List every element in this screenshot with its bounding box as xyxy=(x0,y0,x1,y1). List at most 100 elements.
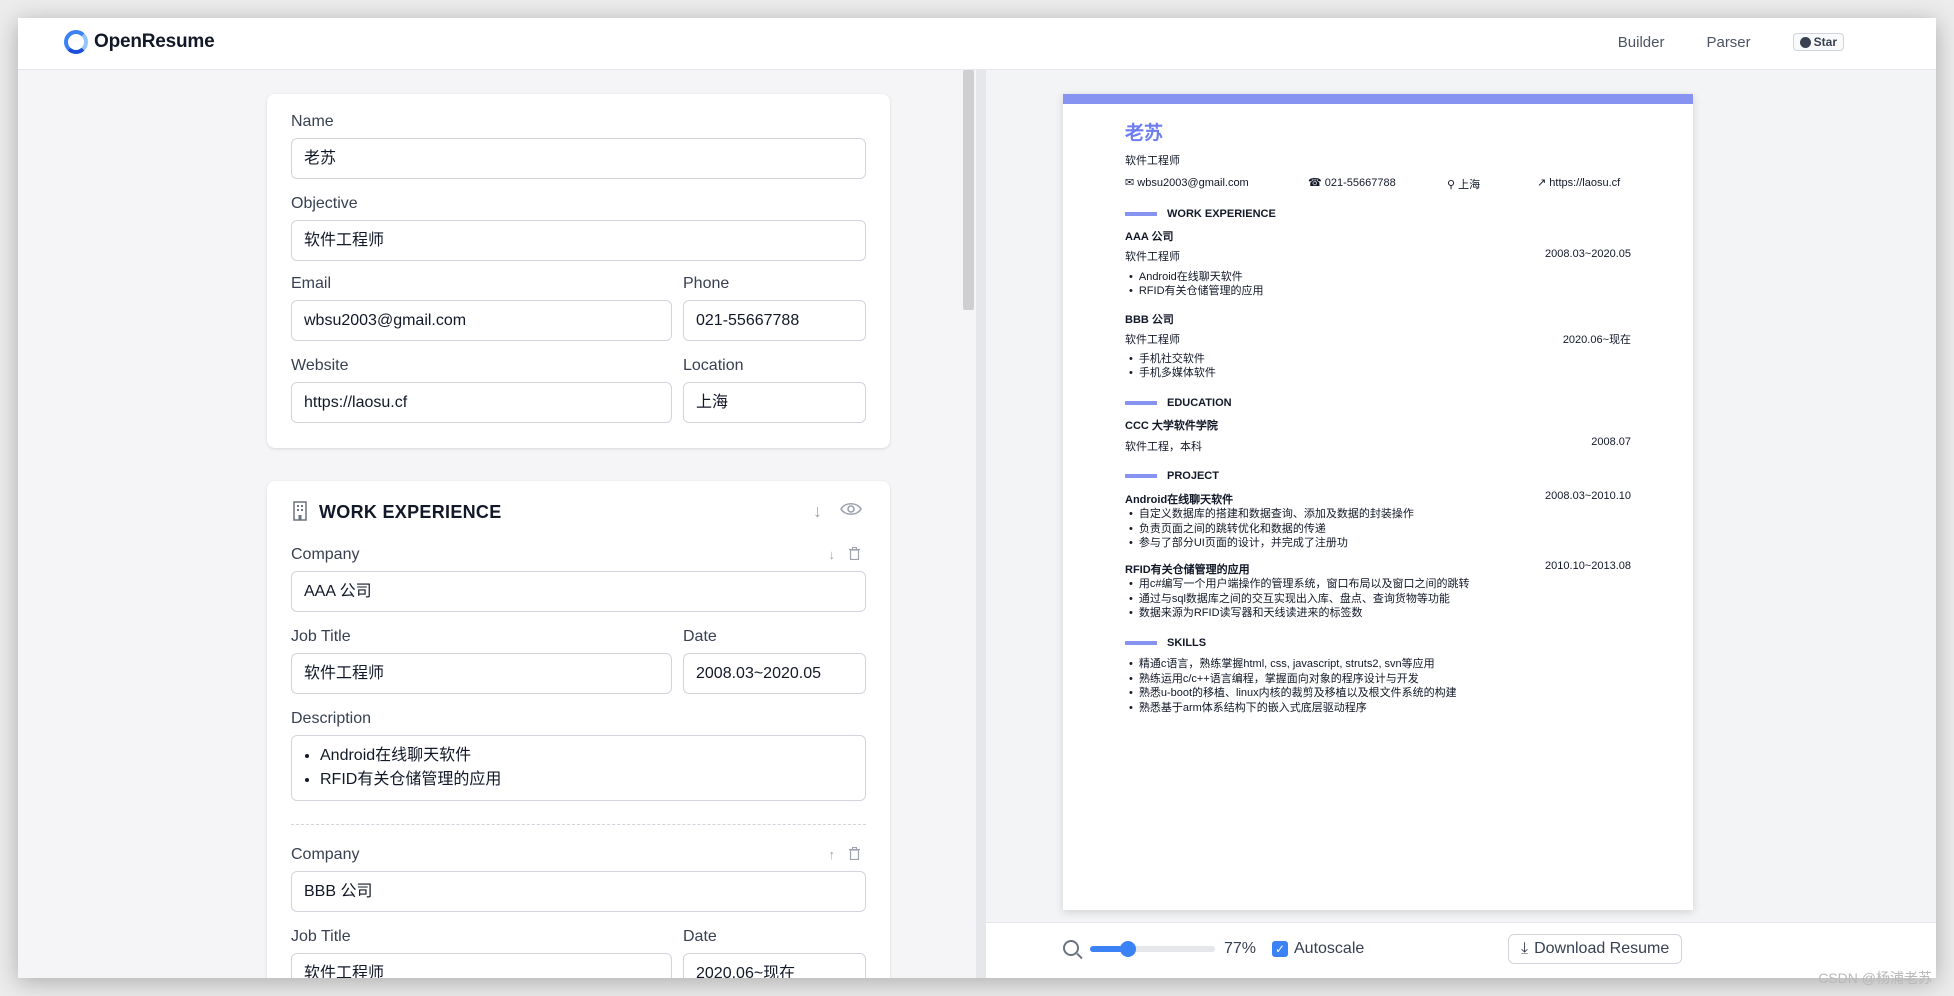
move-down-icon[interactable]: ↓ xyxy=(813,501,822,522)
preview-toolbar: 77% ✓ Autoscale ⤓ Download Resume xyxy=(986,922,1936,978)
form-pane[interactable]: Name 老苏 Objective 软件工程师 Email wbsu2003@g… xyxy=(18,70,976,978)
zoom-slider[interactable] xyxy=(1090,941,1215,957)
resume-edu-degree: 软件工程，本科 xyxy=(1125,441,1202,453)
app-window: OpenResume Builder Parser Star Name 老苏 O… xyxy=(18,18,1936,978)
resume-w1-date: 2008.03~2020.05 xyxy=(1545,248,1631,260)
autoscale-label: Autoscale xyxy=(1294,940,1365,957)
app-name: OpenResume xyxy=(94,31,215,52)
phone-input[interactable]: 021-55667788 xyxy=(683,300,866,341)
eye-icon[interactable] xyxy=(840,501,862,522)
top-nav-bar: OpenResume Builder Parser Star xyxy=(18,18,1936,70)
profile-card: Name 老苏 Objective 软件工程师 Email wbsu2003@g… xyxy=(267,94,890,448)
location-field: Location 上海 xyxy=(683,356,866,423)
external-link-icon: ↗ xyxy=(1537,177,1550,189)
work-section-header: WORK EXPERIENCE xyxy=(291,501,502,524)
resume-p2-bullet: 数据来源为RFID读写器和天线读进来的标签数 xyxy=(1129,604,1363,620)
company-label-2: Company xyxy=(291,846,360,863)
resume-edu-date: 2008.07 xyxy=(1591,436,1631,448)
resume-email: ✉ wbsu2003@gmail.com xyxy=(1125,177,1249,189)
name-input[interactable]: 老苏 xyxy=(291,138,866,179)
description-label: Description xyxy=(291,710,372,727)
resume-skill: 精通c语言，熟练掌握html, css, javascript, struts2… xyxy=(1129,655,1435,671)
zoom-value: 77% xyxy=(1224,940,1257,957)
resume-name: 老苏 xyxy=(1125,123,1164,144)
resume-theme-bar xyxy=(1063,94,1693,104)
email-field: Email wbsu2003@gmail.com xyxy=(291,274,672,341)
resume-w1-job: 软件工程师 xyxy=(1125,251,1180,263)
resume-location: ⚲ 上海 xyxy=(1447,179,1481,191)
resume-skill: 熟悉u-boot的移植、linux内核的裁剪及移植以及根文件系统的构建 xyxy=(1129,684,1457,700)
resume-w1-bullet: RFID有关仓储管理的应用 xyxy=(1129,282,1264,298)
company-input-2[interactable]: BBB 公司 xyxy=(291,871,866,912)
location-input[interactable]: 上海 xyxy=(683,382,866,423)
form-scrollbar[interactable] xyxy=(963,70,974,310)
objective-input[interactable]: 软件工程师 xyxy=(291,220,866,261)
mail-icon: ✉ xyxy=(1125,177,1138,189)
work-experience-card: WORK EXPERIENCE ↓ ↓ Company AAA 公司 Job T… xyxy=(267,481,890,978)
openresume-logo-icon xyxy=(64,30,88,54)
website-field: Website https://laosu.cf xyxy=(291,356,672,423)
location-pin-icon: ⚲ xyxy=(1447,179,1459,191)
resume-p2-date: 2010.10~2013.08 xyxy=(1545,560,1631,572)
job-title-input[interactable]: 软件工程师 xyxy=(291,653,672,694)
download-resume-button[interactable]: ⤓ Download Resume xyxy=(1508,934,1683,964)
website-input[interactable]: https://laosu.cf xyxy=(291,382,672,423)
resume-p1-bullet: 自定义数据库的搭建和数据查询、添加及数据的封装操作 xyxy=(1129,505,1414,521)
resume-p2-bullet: 用c#编写一个用户端操作的管理系统，窗口布局以及窗口之间的跳转 xyxy=(1129,575,1470,591)
objective-field: Objective 软件工程师 xyxy=(291,194,866,261)
resume-skill: 熟悉基于arm体系结构下的嵌入式底层驱动程序 xyxy=(1129,699,1367,715)
job-title-field-2: Job Title 软件工程师 xyxy=(291,927,672,978)
email-label: Email xyxy=(291,275,332,292)
resume-preview: 老苏 软件工程师 ✉ wbsu2003@gmail.com ☎ 021-5566… xyxy=(1063,94,1693,910)
name-field: Name 老苏 xyxy=(291,112,866,179)
autoscale-checkbox[interactable]: ✓ xyxy=(1272,941,1288,957)
description-textarea[interactable]: Android在线聊天软件 RFID有关仓储管理的应用 xyxy=(291,735,866,801)
job-title-input-2[interactable]: 软件工程师 xyxy=(291,953,672,978)
date-field: Date 2008.03~2020.05 xyxy=(683,627,866,694)
job-title-field: Job Title 软件工程师 xyxy=(291,627,672,694)
entry-divider xyxy=(291,824,866,825)
description-bullet: Android在线聊天软件 xyxy=(320,744,853,768)
preview-pane: 老苏 软件工程师 ✉ wbsu2003@gmail.com ☎ 021-5566… xyxy=(986,70,1936,978)
email-input[interactable]: wbsu2003@gmail.com xyxy=(291,300,672,341)
company-field-2: Company BBB 公司 xyxy=(291,845,866,912)
building-icon xyxy=(291,501,309,524)
phone-field: Phone 021-55667788 xyxy=(683,274,866,341)
company-label: Company xyxy=(291,546,360,563)
download-icon: ⤓ xyxy=(1521,940,1529,957)
github-star-button[interactable]: Star xyxy=(1792,33,1844,51)
description-bullet: RFID有关仓储管理的应用 xyxy=(320,768,853,792)
name-label: Name xyxy=(291,113,334,130)
description-field: Description Android在线聊天软件 RFID有关仓储管理的应用 xyxy=(291,709,866,801)
resume-w2-date: 2020.06~现在 xyxy=(1562,334,1631,346)
resume-w2-job: 软件工程师 xyxy=(1125,334,1180,346)
star-label: Star xyxy=(1813,35,1837,49)
resume-w2-company: BBB 公司 xyxy=(1125,314,1174,326)
resume-w2-bullet: 手机多媒体软件 xyxy=(1129,364,1216,380)
resume-skills-heading: SKILLS xyxy=(1125,637,1206,649)
logo[interactable]: OpenResume xyxy=(64,30,215,54)
resume-edu-school: CCC 大学软件学院 xyxy=(1125,420,1218,432)
magnifier-icon xyxy=(1063,940,1079,956)
date-input-2[interactable]: 2020.06~现在 xyxy=(683,953,866,978)
nav-builder-link[interactable]: Builder xyxy=(1618,34,1665,51)
work-section-title: WORK EXPERIENCE xyxy=(319,502,502,522)
nav-parser-link[interactable]: Parser xyxy=(1706,34,1750,51)
pane-divider[interactable] xyxy=(976,70,986,978)
github-icon xyxy=(1799,36,1811,48)
date-field-2: Date 2020.06~现在 xyxy=(683,927,866,978)
work-section-actions: ↓ xyxy=(813,501,862,522)
company-input[interactable]: AAA 公司 xyxy=(291,571,866,612)
date-input[interactable]: 2008.03~2020.05 xyxy=(683,653,866,694)
autoscale-toggle[interactable]: ✓ Autoscale xyxy=(1272,940,1364,958)
resume-objective: 软件工程师 xyxy=(1125,155,1180,167)
download-label: Download Resume xyxy=(1534,940,1670,957)
nav-links: Builder Parser Star xyxy=(1618,33,1844,51)
objective-label: Objective xyxy=(291,195,358,212)
zoom-slider-thumb[interactable] xyxy=(1119,941,1136,957)
job-title-label: Job Title xyxy=(291,628,351,645)
resume-p1-date: 2008.03~2010.10 xyxy=(1545,490,1631,502)
phone-icon: ☎ xyxy=(1308,177,1325,189)
resume-work-heading: WORK EXPERIENCE xyxy=(1125,208,1276,220)
resume-education-heading: EDUCATION xyxy=(1125,397,1232,409)
